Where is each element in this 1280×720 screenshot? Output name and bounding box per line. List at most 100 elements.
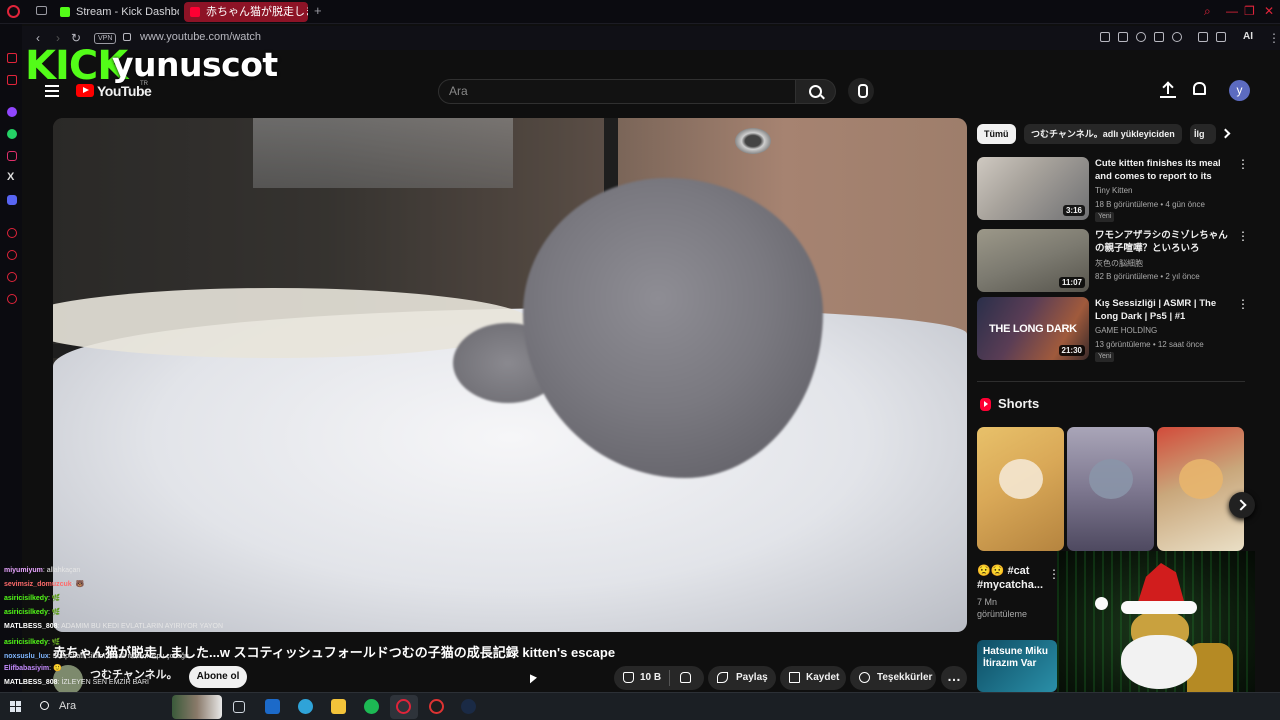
chip-related[interactable]: İlg xyxy=(1190,124,1216,144)
voice-search-button[interactable] xyxy=(848,78,874,104)
play-icon[interactable] xyxy=(1154,32,1164,42)
player-icon[interactable] xyxy=(7,228,17,238)
kitten-face xyxy=(1089,459,1133,499)
steam-icon[interactable] xyxy=(461,699,476,714)
x-twitter-icon[interactable]: X xyxy=(7,172,17,183)
recommendation-channel[interactable]: Tiny Kitten xyxy=(1095,186,1133,195)
file-explorer-icon[interactable] xyxy=(331,699,346,714)
chat-text: : İZLEYEN SEN EMZİR BARİ xyxy=(57,679,149,686)
thumbs-up-icon[interactable] xyxy=(623,672,634,683)
recommendation-title[interactable]: Cute kitten finishes its meal and comes … xyxy=(1095,157,1235,183)
chat-text: : 🙂 xyxy=(49,665,62,672)
opera-menu-icon[interactable] xyxy=(7,5,20,18)
share-button[interactable]: Paylaş xyxy=(708,666,776,690)
heart-icon[interactable] xyxy=(1172,32,1182,42)
ai-button[interactable]: AI xyxy=(1243,31,1253,42)
tab-kick-dashboard[interactable]: Stream - Kick Dashboard xyxy=(54,2,179,22)
chat-text: : allahkaçan xyxy=(42,567,81,574)
history-icon[interactable] xyxy=(7,250,17,260)
video-duration: 3:16 xyxy=(1062,205,1085,216)
kitten-face xyxy=(999,459,1043,499)
obs-icon[interactable] xyxy=(429,699,444,714)
instagram-icon[interactable] xyxy=(7,151,17,161)
search-button[interactable] xyxy=(796,79,836,104)
recommendation-channel[interactable]: GAME HOLDİNG xyxy=(1095,326,1157,335)
youtube-favicon-icon xyxy=(190,7,200,17)
minimize-button[interactable]: — xyxy=(1226,4,1238,18)
twitch-icon[interactable] xyxy=(7,107,17,117)
video-thumbnail[interactable]: 3:16 xyxy=(977,157,1089,220)
tab-youtube-video[interactable]: 赤ちゃん猫が脱走しました. xyxy=(184,2,308,22)
short-thumbnail[interactable] xyxy=(1067,427,1154,551)
chip-from-uploader[interactable]: つむチャンネル。adlı yükleyiciden xyxy=(1024,124,1182,144)
chevron-right-icon[interactable] xyxy=(1220,128,1231,139)
recommendation-channel[interactable]: 灰色の脳細胞 xyxy=(1095,258,1143,269)
download-icon[interactable] xyxy=(1216,32,1226,42)
account-icon[interactable] xyxy=(1198,32,1208,42)
opera-icon[interactable] xyxy=(396,699,411,714)
spotify-icon[interactable] xyxy=(364,699,379,714)
taskbar-search-icon[interactable] xyxy=(40,701,49,710)
extensions-icon[interactable] xyxy=(7,272,17,282)
kebab-menu-icon[interactable] xyxy=(1237,229,1249,244)
taskbar-search-label[interactable]: Ara xyxy=(59,700,76,712)
lock-icon[interactable] xyxy=(123,33,131,41)
shield-icon[interactable] xyxy=(1136,32,1146,42)
snapshot-icon[interactable] xyxy=(1118,32,1128,42)
start-button[interactable] xyxy=(10,701,21,712)
kebab-menu-icon[interactable] xyxy=(1237,297,1249,312)
close-window-button[interactable]: ✕ xyxy=(1264,4,1274,18)
recommendation-item[interactable]: 11:07 ワモンアザラシのミゾレちゃんの親子喧嘩？といろいろ 灰色の脳細胞 8… xyxy=(977,229,1249,293)
video-player[interactable] xyxy=(53,118,967,632)
recommendation-title[interactable]: Kış Sessizliği | ASMR | The Long Dark | … xyxy=(1095,297,1235,323)
short-thumbnail[interactable]: Hatsune Miku İtirazım Var xyxy=(977,640,1057,692)
task-view-icon[interactable] xyxy=(233,701,245,713)
thumbs-down-icon[interactable] xyxy=(680,672,691,683)
maximize-button[interactable]: ❐ xyxy=(1244,4,1255,18)
recommendation-item[interactable]: 3:16 Cute kitten finishes its meal and c… xyxy=(977,157,1249,222)
outlook-icon[interactable] xyxy=(265,699,280,714)
video-thumbnail[interactable]: 11:07 xyxy=(977,229,1089,292)
chat-username: Elifbabasiyim xyxy=(4,665,50,672)
save-button[interactable]: Kaydet xyxy=(780,666,846,690)
discord-icon[interactable] xyxy=(7,195,17,205)
shorts-icon xyxy=(980,398,991,411)
thanks-button[interactable]: Teşekkürler xyxy=(850,666,936,690)
search-highlight-image[interactable] xyxy=(172,695,222,719)
sidebar-speed-dial-icon[interactable] xyxy=(7,75,17,85)
account-avatar[interactable]: y xyxy=(1229,80,1250,101)
like-count[interactable]: 10 B xyxy=(640,666,661,690)
url-field[interactable]: www.youtube.com/watch xyxy=(140,31,261,43)
whatsapp-icon[interactable] xyxy=(7,129,17,139)
recommendation-meta: 13 görüntüleme • 12 saat önce xyxy=(1095,340,1204,349)
shorts-next-button[interactable] xyxy=(1229,492,1255,518)
short-thumbnail[interactable] xyxy=(977,427,1064,551)
santa-hat-pompom xyxy=(1095,597,1108,610)
edge-icon[interactable] xyxy=(298,699,313,714)
new-tab-button[interactable]: + xyxy=(314,3,322,18)
recommendation-meta: 18 B görüntüleme • 4 gün önce xyxy=(1095,200,1205,209)
recommendation-title[interactable]: ワモンアザラシのミゾレちゃんの親子喧嘩？といろいろ xyxy=(1095,229,1235,255)
tab-label: 赤ちゃん猫が脱走しました. xyxy=(206,6,308,18)
browser-sidebar: X xyxy=(0,24,22,692)
notifications-bell-icon[interactable] xyxy=(1193,82,1206,95)
chat-text: : 🌿 xyxy=(47,639,61,646)
search-tabs-icon[interactable]: ⌕ xyxy=(1204,4,1211,19)
recommendation-item[interactable]: THE LONG DARK 21:30 Kış Sessizliği | ASM… xyxy=(977,297,1249,362)
settings-icon[interactable] xyxy=(7,294,17,304)
short-views: 7 Mn görüntüleme xyxy=(977,597,1028,619)
search-input[interactable]: Ara xyxy=(438,79,796,104)
sidebar-aria-icon[interactable] xyxy=(7,53,17,63)
menu-dots-icon[interactable]: ⋮ xyxy=(1268,31,1280,45)
short-title[interactable]: 😟😟 #cat #mycatcha... xyxy=(977,564,1045,592)
thanks-icon xyxy=(859,672,870,683)
chip-all[interactable]: Tümü xyxy=(977,124,1016,144)
more-actions-button[interactable]: … xyxy=(941,666,967,690)
subscribe-button[interactable]: Abone ol xyxy=(189,666,247,688)
video-thumbnail[interactable]: THE LONG DARK 21:30 xyxy=(977,297,1089,360)
upload-icon[interactable] xyxy=(1160,82,1176,98)
short-thumbnail[interactable] xyxy=(1157,427,1244,551)
pin-icon[interactable] xyxy=(1100,32,1110,42)
kebab-menu-icon[interactable] xyxy=(1237,157,1249,172)
tab-switcher-icon[interactable] xyxy=(36,6,47,15)
